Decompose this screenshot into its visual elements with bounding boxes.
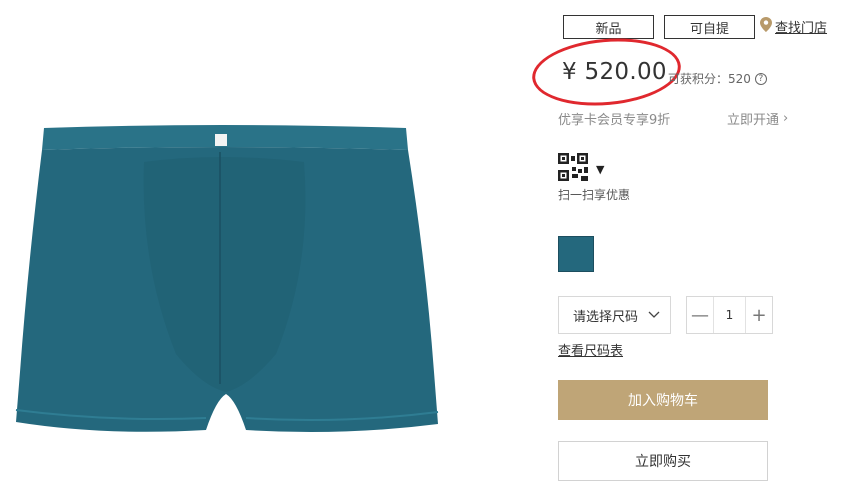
product-image [14, 124, 442, 446]
member-discount-text: 优享卡会员专享9折 [558, 113, 671, 128]
find-store-label[interactable]: 查找门店 [775, 17, 827, 36]
color-swatch-teal[interactable] [558, 236, 594, 272]
chevron-down-icon [648, 308, 660, 323]
find-store-link[interactable]: 查找门店 [760, 17, 827, 36]
pickup-tag-button[interactable]: 可自提 [664, 15, 755, 39]
quantity-increase-button[interactable]: + [746, 297, 772, 333]
qr-caption: 扫一扫享优惠 [558, 188, 631, 202]
new-tag-button[interactable]: 新品 [563, 15, 654, 39]
member-open-label[interactable]: 立即开通 [727, 109, 779, 128]
size-select-label: 请选择尺码 [573, 309, 639, 325]
add-to-cart-button[interactable]: 加入购物车 [558, 380, 768, 420]
qr-scan-toggle[interactable]: ▼ [558, 153, 604, 185]
points-info: 可获积分：520 ? [668, 70, 767, 87]
buy-now-button[interactable]: 立即购买 [558, 441, 768, 481]
size-chart-link[interactable]: 查看尺码表 [558, 340, 623, 359]
price: ¥ 520.00 [562, 59, 667, 85]
chevron-right-icon: › [783, 111, 789, 126]
qr-code-icon [558, 153, 588, 185]
quantity-input[interactable]: 1 [713, 297, 746, 333]
location-pin-icon [760, 17, 772, 36]
caret-down-icon: ▼ [596, 162, 605, 176]
points-label: 可获积分：520 [668, 72, 751, 86]
size-select[interactable]: 请选择尺码 [558, 296, 671, 334]
quantity-stepper: — 1 + [686, 296, 773, 334]
question-icon[interactable]: ? [754, 72, 767, 85]
quantity-decrease-button[interactable]: — [687, 297, 713, 333]
member-open-link[interactable]: 立即开通 › [727, 109, 788, 128]
